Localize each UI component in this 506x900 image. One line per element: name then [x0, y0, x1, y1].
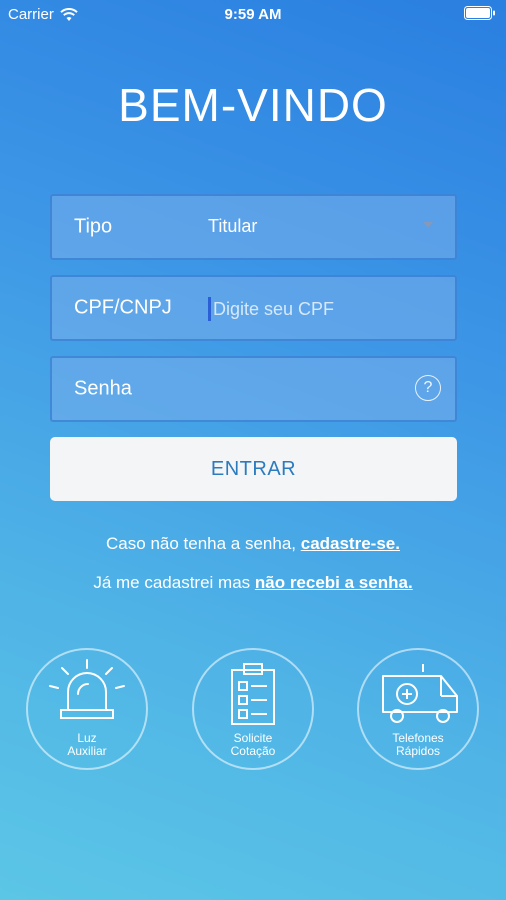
- text-caret: [208, 297, 211, 321]
- shortcut-caption-line2: Auxiliar: [67, 744, 107, 758]
- resend-password-link[interactable]: não recebi a senha.: [255, 573, 413, 592]
- cpf-label: CPF/CNPJ: [74, 296, 172, 319]
- clock: 9:59 AM: [224, 6, 282, 23]
- cpf-placeholder: Digite seu CPF: [213, 298, 335, 319]
- shortcut-caption: Solicite Cotação: [194, 732, 312, 758]
- cpf-input[interactable]: Digite seu CPF: [208, 297, 334, 321]
- password-label: Senha: [74, 377, 132, 400]
- register-line: Caso não tenha a senha, cadastre-se.: [0, 534, 506, 554]
- battery-icon: [464, 6, 496, 24]
- tipo-select[interactable]: Tipo Titular: [50, 194, 457, 260]
- chevron-down-icon[interactable]: [423, 222, 433, 228]
- cpf-field[interactable]: CPF/CNPJ Digite seu CPF: [50, 275, 457, 341]
- shortcut-caption: Luz Auxiliar: [28, 732, 146, 758]
- tipo-value: Titular: [208, 216, 258, 236]
- resend-line: Já me cadastrei mas não recebi a senha.: [0, 573, 506, 593]
- resend-prefix: Já me cadastrei mas: [93, 573, 255, 592]
- help-icon[interactable]: ?: [415, 375, 441, 401]
- ambulance-icon: [382, 664, 458, 723]
- register-link[interactable]: cadastre-se.: [301, 534, 400, 553]
- shortcut-caption: Telefones Rápidos: [359, 732, 477, 758]
- siren-icon: [49, 659, 125, 719]
- tipo-label: Tipo: [74, 215, 113, 238]
- shortcut-telefones-rapidos[interactable]: Telefones Rápidos: [357, 648, 479, 770]
- shortcut-luz-auxiliar[interactable]: Luz Auxiliar: [26, 648, 148, 770]
- shortcut-caption-line2: Cotação: [230, 744, 276, 758]
- enter-button[interactable]: ENTRAR: [50, 437, 457, 501]
- clipboard-icon: [231, 663, 275, 725]
- shortcut-caption-line2: Rápidos: [395, 744, 441, 758]
- status-bar: Carrier 9:59 AM: [0, 0, 506, 30]
- register-prefix: Caso não tenha a senha,: [106, 534, 301, 553]
- page-title: BEM-VINDO: [118, 79, 388, 131]
- password-field[interactable]: Senha ?: [50, 356, 457, 422]
- shortcut-solicite-cotacao[interactable]: Solicite Cotação: [192, 648, 314, 770]
